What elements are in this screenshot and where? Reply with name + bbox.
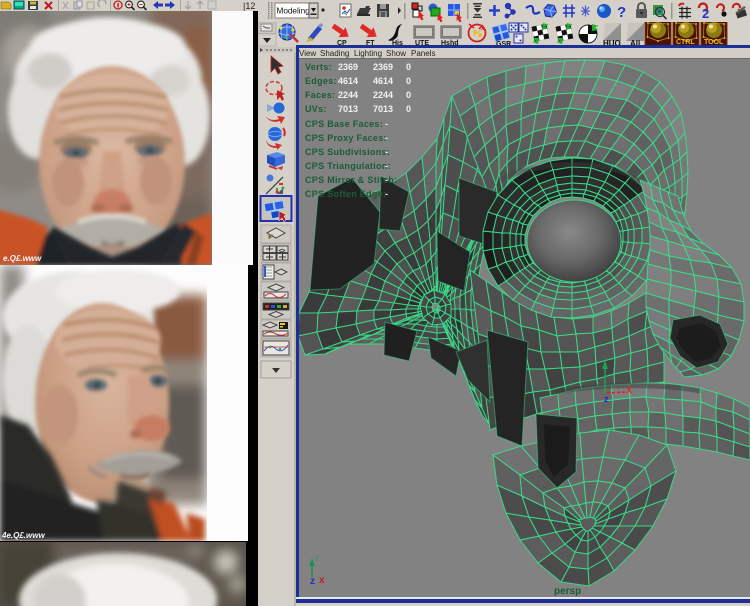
svg-text:|12: |12	[243, 1, 255, 11]
svg-text:X: X	[626, 385, 632, 395]
svg-text:?: ?	[617, 4, 626, 21]
svg-text:4e.Q£.www: 4e.Q£.www	[1, 531, 45, 540]
svg-text:x: x	[319, 575, 325, 586]
svg-text:z: z	[604, 394, 609, 404]
svg-text:Modeling: Modeling	[277, 7, 311, 16]
svg-text:z: z	[310, 576, 315, 587]
svg-text:e.Q£.www: e.Q£.www	[3, 254, 42, 263]
svg-text:2: 2	[702, 6, 709, 21]
svg-text:Y: Y	[314, 554, 320, 563]
